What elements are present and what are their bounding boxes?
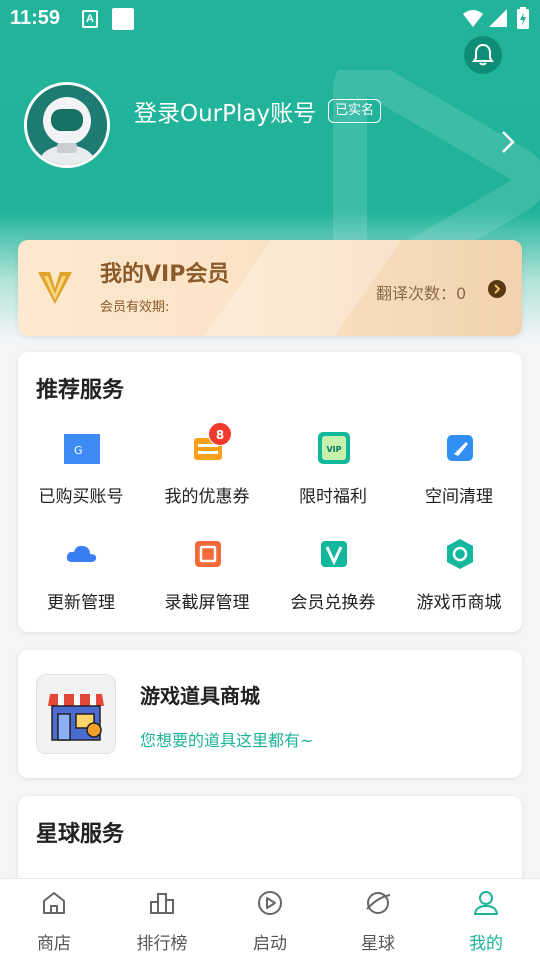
wifi-icon <box>463 10 483 27</box>
battery-icon <box>517 7 529 29</box>
vip-logo-icon <box>38 272 72 304</box>
status-bar: 11:59 A <box>0 0 540 36</box>
service-limited-welfare[interactable]: VIP 限时福利 <box>270 430 396 520</box>
limited-welfare-icon: VIP <box>318 432 350 464</box>
home-icon <box>43 892 65 914</box>
service-purchased-account[interactable]: G 已购买账号 <box>18 430 144 520</box>
service-coupon[interactable]: 我的优惠券 <box>144 430 270 520</box>
sim-icon: A <box>82 10 98 28</box>
nav-launch[interactable]: 启动 <box>216 879 324 960</box>
game-coin-icon <box>447 539 473 569</box>
recommended-services-card: 推荐服务 G 已购买账号 我的优惠券 VIP 限时福利 空间清理 更新管理 录截… <box>18 352 522 632</box>
login-link[interactable]: 登录OurPlay账号 <box>134 94 316 128</box>
purchased-account-icon: G <box>64 434 100 464</box>
vip-expiry: 会员有效期: <box>100 300 170 315</box>
screen-record-icon <box>195 541 221 567</box>
service-space-cleanup[interactable]: 空间清理 <box>396 430 522 520</box>
svg-text:VIP: VIP <box>326 445 341 454</box>
status-time: 11:59 <box>10 7 61 29</box>
section-title: 星球服务 <box>36 822 125 847</box>
notification-bell-button[interactable] <box>464 36 502 74</box>
profile-icon <box>474 891 498 915</box>
bell-icon <box>472 43 494 66</box>
svg-text:G: G <box>74 444 83 457</box>
chevron-right-icon <box>494 284 501 294</box>
vip-voucher-icon <box>321 541 347 567</box>
translate-count: 翻译次数：0 <box>376 284 467 303</box>
game-item-shop-card[interactable]: 游戏道具商城 您想要的道具这里都有~ <box>18 650 522 778</box>
play-icon <box>258 891 282 915</box>
planet-icon <box>366 892 391 914</box>
section-title: 推荐服务 <box>36 378 125 403</box>
shop-title: 游戏道具商城 <box>140 684 260 708</box>
nav-ranking[interactable]: 排行榜 <box>108 879 216 960</box>
nav-planet[interactable]: 星球 <box>324 879 432 960</box>
shop-icon <box>36 674 116 754</box>
chevron-right-icon[interactable] <box>500 130 516 154</box>
nav-mine[interactable]: 我的 <box>432 879 540 960</box>
service-game-coin-mall[interactable]: 游戏币商城 <box>396 536 522 626</box>
update-cloud-icon <box>66 545 97 562</box>
notification-icon <box>112 8 134 30</box>
login-row[interactable]: 登录OurPlay账号 已实名 <box>134 94 382 128</box>
vip-arrow-button[interactable] <box>488 280 506 298</box>
shop-subtitle: 您想要的道具这里都有~ <box>140 731 314 750</box>
service-update-management[interactable]: 更新管理 <box>18 536 144 626</box>
avatar[interactable] <box>24 82 110 168</box>
service-screen-record[interactable]: 录截屏管理 <box>144 536 270 626</box>
space-cleanup-icon <box>447 435 473 461</box>
signal-icon <box>489 9 507 27</box>
ranking-icon <box>150 893 174 914</box>
nav-store[interactable]: 商店 <box>0 879 108 960</box>
verified-badge: 已实名 <box>328 99 382 123</box>
vip-card[interactable]: 我的VIP会员 会员有效期: 翻译次数：0 <box>18 240 522 336</box>
coupon-count-badge: 8 <box>208 422 232 446</box>
astronaut-avatar-icon <box>27 85 107 165</box>
bottom-nav: 商店 排行榜 启动 星球 我的 <box>0 878 540 960</box>
vip-title: 我的VIP会员 <box>100 262 230 287</box>
service-vip-voucher[interactable]: 会员兑换券 <box>270 536 396 626</box>
